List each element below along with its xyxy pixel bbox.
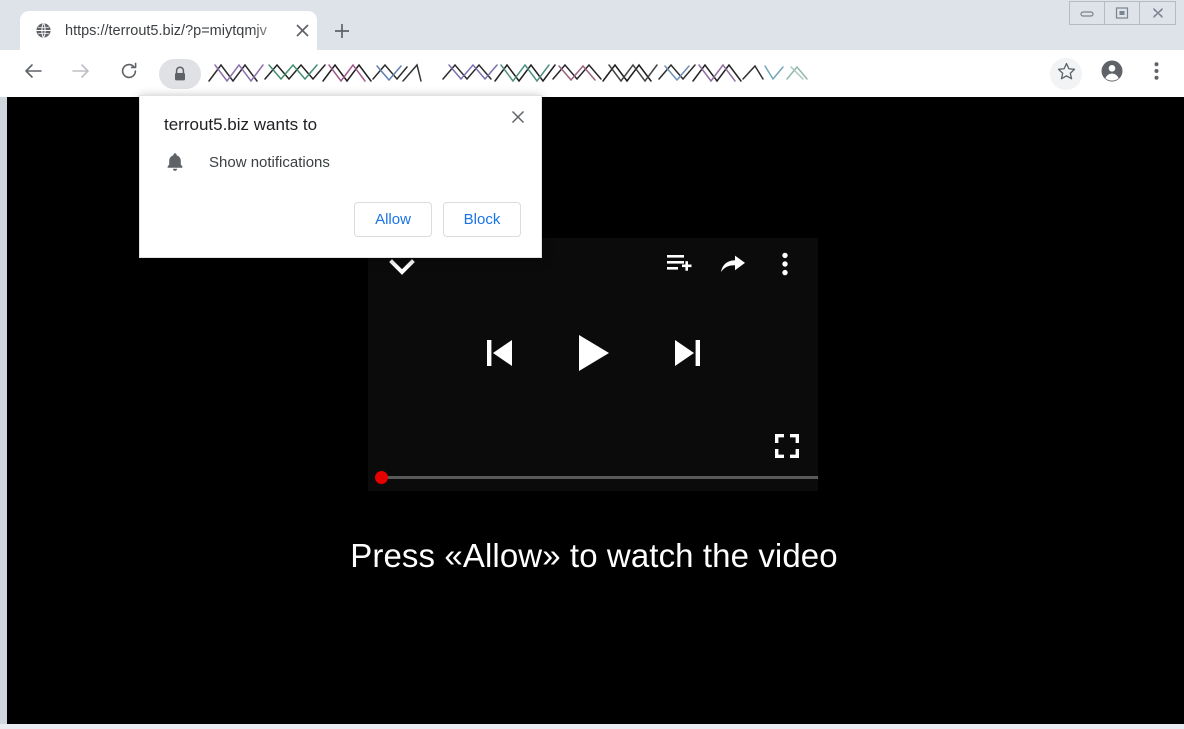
video-player[interactable] xyxy=(368,238,818,491)
permission-dialog-actions: Allow Block xyxy=(354,202,521,237)
globe-icon xyxy=(34,21,53,40)
play-icon[interactable] xyxy=(577,334,610,372)
arrow-right-icon xyxy=(71,61,91,86)
new-tab-button[interactable] xyxy=(327,18,357,48)
back-button[interactable] xyxy=(13,54,53,94)
player-progress-bar[interactable] xyxy=(368,469,818,485)
permission-dialog-title: terrout5.biz wants to xyxy=(164,115,318,134)
tab-title: https://terrout5.biz/?p=miytqmjv xyxy=(65,22,267,39)
reload-icon xyxy=(119,61,139,86)
account-circle-icon xyxy=(1100,59,1124,88)
playlist-add-icon[interactable] xyxy=(662,247,696,281)
fullscreen-icon[interactable] xyxy=(770,429,804,463)
skip-next-icon[interactable] xyxy=(674,338,701,368)
address-bar[interactable] xyxy=(159,56,1044,91)
progress-handle[interactable] xyxy=(375,471,388,484)
tab-strip: https://terrout5.biz/?p=miytqmjv xyxy=(0,0,1184,50)
redacted-url-scribble xyxy=(207,57,1044,91)
progress-track xyxy=(380,476,818,479)
bookmark-button[interactable] xyxy=(1050,57,1082,90)
skip-previous-icon[interactable] xyxy=(486,338,513,368)
share-arrow-icon[interactable] xyxy=(716,247,750,281)
star-icon xyxy=(1057,62,1076,86)
chrome-menu-button[interactable] xyxy=(1138,56,1174,92)
bell-icon xyxy=(164,150,186,174)
browser-toolbar xyxy=(0,50,1184,97)
browser-window: https://terrout5.biz/?p=miytqmjv Press «… xyxy=(0,0,1184,729)
plus-icon xyxy=(334,23,350,44)
permission-request-row: Show notifications xyxy=(164,150,330,174)
lock-icon[interactable] xyxy=(159,58,201,89)
allow-button[interactable]: Allow xyxy=(354,202,432,237)
permission-label: Show notifications xyxy=(209,153,330,171)
forward-button xyxy=(61,54,101,94)
player-center-controls xyxy=(368,334,818,372)
page-headline: Press «Allow» to watch the video xyxy=(350,537,838,574)
reload-button[interactable] xyxy=(109,54,149,94)
browser-tab[interactable]: https://terrout5.biz/?p=miytqmjv xyxy=(20,11,317,50)
block-button[interactable]: Block xyxy=(443,202,521,237)
arrow-left-icon xyxy=(23,61,43,86)
close-icon[interactable] xyxy=(503,102,533,132)
profile-button[interactable] xyxy=(1094,56,1130,92)
three-dots-vertical-icon xyxy=(1154,61,1159,86)
three-dots-vertical-icon[interactable] xyxy=(768,247,802,281)
window-bottom-edge xyxy=(0,724,1184,729)
notification-permission-dialog: terrout5.biz wants to Show notifications… xyxy=(139,95,542,258)
close-icon[interactable] xyxy=(287,16,317,46)
